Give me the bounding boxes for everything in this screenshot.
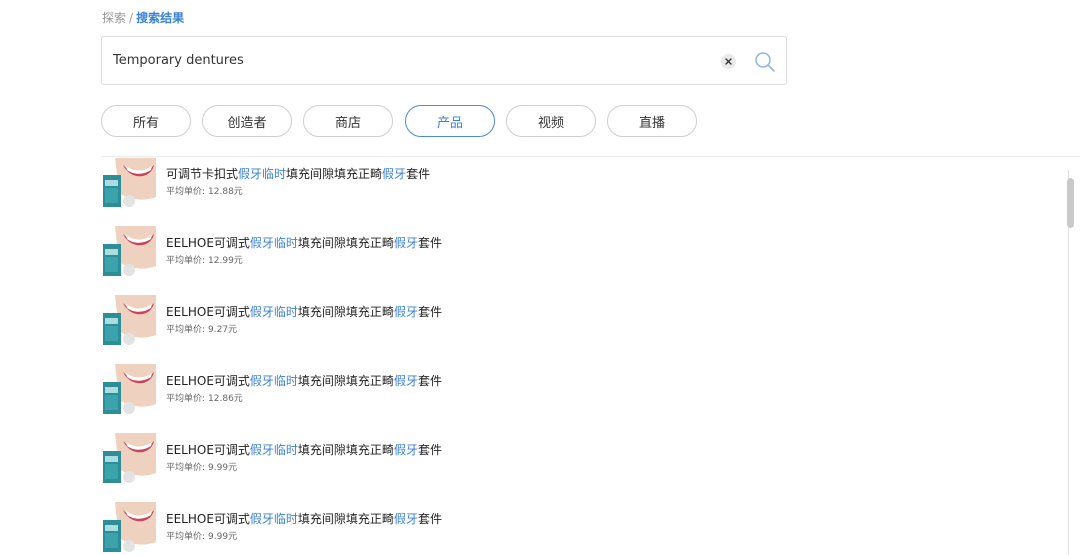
product-row[interactable]: EELHOE可调式假牙临时填充间隙填充正畸假牙套件平均单价: 9.99元 xyxy=(101,502,1001,555)
tab-0[interactable]: 所有 xyxy=(101,105,191,137)
price-value: 12.88元 xyxy=(208,187,243,197)
title-segment: 套件 xyxy=(417,305,442,319)
product-price: 平均单价: 9.99元 xyxy=(166,529,237,542)
product-row[interactable]: EELHOE可调式假牙临时填充间隙填充正畸假牙套件平均单价: 9.27元 xyxy=(101,295,1001,355)
title-segment: EELHOE可调式 xyxy=(166,236,250,250)
title-segment: 填充间隙填充正畸 xyxy=(286,167,383,181)
breadcrumb-separator: / xyxy=(129,11,134,25)
title-keyword-highlight: 假牙临时 xyxy=(249,443,298,457)
scrollbar-thumb[interactable] xyxy=(1067,178,1074,228)
price-label: 平均单价: xyxy=(166,325,206,335)
product-thumbnail-icon xyxy=(101,158,156,212)
title-segment: EELHOE可调式 xyxy=(166,512,250,526)
title-keyword-highlight: 假牙 xyxy=(382,167,407,181)
price-label: 平均单价: xyxy=(166,394,206,404)
divider xyxy=(101,156,1080,157)
tab-5[interactable]: 直播 xyxy=(607,105,697,137)
product-price: 平均单价: 9.99元 xyxy=(166,460,237,473)
product-price: 平均单价: 12.99元 xyxy=(166,253,243,266)
price-value: 9.99元 xyxy=(208,532,238,542)
product-thumbnail-icon xyxy=(101,433,156,488)
product-thumbnail[interactable] xyxy=(101,433,156,488)
title-keyword-highlight: 假牙 xyxy=(393,374,418,388)
product-results-list: 可调节卡扣式假牙临时填充间隙填充正畸假牙套件 平均单价: 12.88元 EELHOE可… xyxy=(101,158,1061,555)
product-thumbnail-icon xyxy=(101,295,156,350)
product-thumbnail[interactable] xyxy=(101,295,156,350)
title-keyword-highlight: 假牙 xyxy=(393,305,418,319)
product-title[interactable]: 可调节卡扣式假牙临时填充间隙填充正畸假牙套件 xyxy=(166,165,430,182)
title-segment: 套件 xyxy=(417,512,442,526)
search-box xyxy=(101,36,787,85)
title-keyword-highlight: 假牙 xyxy=(393,236,418,250)
title-keyword-highlight: 假牙临时 xyxy=(249,305,298,319)
title-keyword-highlight: 假牙临时 xyxy=(249,374,298,388)
price-value: 12.86元 xyxy=(208,394,243,404)
title-segment: EELHOE可调式 xyxy=(166,305,250,319)
title-segment: 套件 xyxy=(417,443,442,457)
breadcrumb: 探索 / 搜索结果 xyxy=(102,9,184,26)
product-price: 平均单价: 12.88元 xyxy=(166,184,243,197)
title-segment: 可调节卡扣式 xyxy=(166,167,239,181)
price-label: 平均单价: xyxy=(166,532,206,542)
price-value: 9.27元 xyxy=(208,325,238,335)
title-keyword-highlight: 假牙临时 xyxy=(249,236,298,250)
product-row[interactable]: EELHOE可调式假牙临时填充间隙填充正畸假牙套件平均单价: 12.99元 xyxy=(101,226,1001,286)
title-segment: 填充间隙填充正畸 xyxy=(297,236,394,250)
title-segment: 填充间隙填充正畸 xyxy=(297,512,394,526)
search-icon xyxy=(755,52,775,72)
title-segment: 套件 xyxy=(417,236,442,250)
close-icon xyxy=(725,58,732,65)
tab-2[interactable]: 商店 xyxy=(303,105,393,137)
title-keyword-highlight: 假牙临时 xyxy=(249,512,298,526)
product-title[interactable]: EELHOE可调式假牙临时填充间隙填充正畸假牙套件 xyxy=(166,372,442,389)
title-segment: EELHOE可调式 xyxy=(166,374,250,388)
product-title[interactable]: EELHOE可调式假牙临时填充间隙填充正畸假牙套件 xyxy=(166,303,442,320)
product-thumbnail[interactable] xyxy=(101,158,156,212)
price-label: 平均单价: xyxy=(166,256,206,266)
title-segment: EELHOE可调式 xyxy=(166,443,250,457)
tab-1[interactable]: 创造者 xyxy=(202,105,292,137)
breadcrumb-parent[interactable]: 探索 xyxy=(102,11,126,25)
product-row[interactable]: EELHOE可调式假牙临时填充间隙填充正畸假牙套件平均单价: 9.99元 xyxy=(101,433,1001,493)
product-thumbnail-icon xyxy=(101,502,156,555)
title-segment: 填充间隙填充正畸 xyxy=(297,443,394,457)
product-thumbnail[interactable] xyxy=(101,364,156,419)
price-label: 平均单价: xyxy=(166,463,206,473)
clear-search-button[interactable] xyxy=(721,54,736,69)
title-keyword-highlight: 假牙 xyxy=(393,443,418,457)
product-row[interactable]: 可调节卡扣式假牙临时填充间隙填充正畸假牙套件平均单价: 12.88元 xyxy=(101,158,1001,217)
tab-3[interactable]: 产品 xyxy=(405,105,495,137)
product-row[interactable]: EELHOE可调式假牙临时填充间隙填充正畸假牙套件平均单价: 12.86元 xyxy=(101,364,1001,424)
search-input[interactable] xyxy=(113,37,693,84)
product-price: 平均单价: 9.27元 xyxy=(166,322,237,335)
title-segment: 填充间隙填充正畸 xyxy=(297,374,394,388)
price-value: 9.99元 xyxy=(208,463,238,473)
product-title[interactable]: EELHOE可调式假牙临时填充间隙填充正畸假牙套件 xyxy=(166,234,442,251)
product-thumbnail-icon xyxy=(101,226,156,281)
product-thumbnail-icon xyxy=(101,364,156,419)
product-thumbnail[interactable] xyxy=(101,502,156,555)
price-label: 平均单价: xyxy=(166,187,206,197)
title-segment: 套件 xyxy=(417,374,442,388)
product-thumbnail[interactable] xyxy=(101,226,156,281)
results-scrollbar[interactable] xyxy=(1064,170,1074,555)
title-keyword-highlight: 假牙 xyxy=(393,512,418,526)
price-value: 12.99元 xyxy=(208,256,243,266)
breadcrumb-current: 搜索结果 xyxy=(136,11,185,25)
product-title[interactable]: EELHOE可调式假牙临时填充间隙填充正畸假牙套件 xyxy=(166,510,442,527)
product-title[interactable]: EELHOE可调式假牙临时填充间隙填充正畸假牙套件 xyxy=(166,441,442,458)
title-segment: 填充间隙填充正畸 xyxy=(297,305,394,319)
title-keyword-highlight: 假牙临时 xyxy=(238,167,287,181)
tab-4[interactable]: 视频 xyxy=(506,105,596,137)
title-segment: 套件 xyxy=(406,167,431,181)
product-price: 平均单价: 12.86元 xyxy=(166,391,243,404)
search-button[interactable] xyxy=(754,51,776,73)
